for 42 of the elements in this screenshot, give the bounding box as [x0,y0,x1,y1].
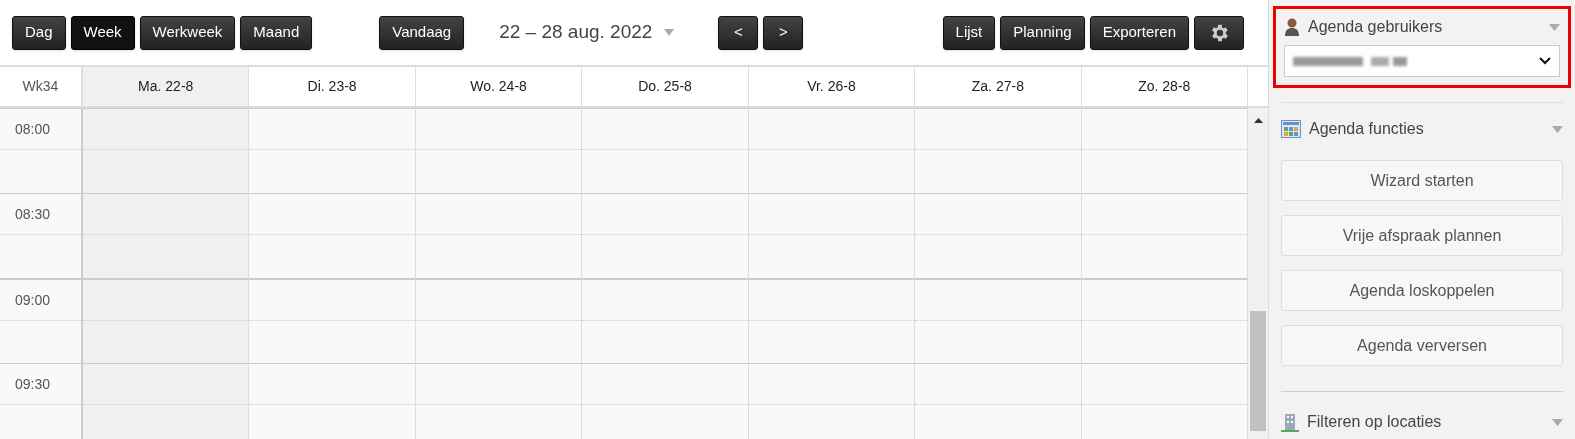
next-button[interactable]: > [763,15,804,50]
section-title: Agenda gebruikers [1308,17,1443,37]
view-tab[interactable]: Werkweek [139,15,236,50]
date-range-picker[interactable]: 22 – 28 aug. 2022 [499,18,675,47]
collapse-arrow-icon[interactable] [1552,125,1563,133]
scrollbar[interactable] [1248,108,1268,439]
user-icon [1284,18,1300,36]
section-title: Filteren op locaties [1307,412,1442,432]
time-label: 09:30 [15,374,51,394]
toolbar-button[interactable]: Planning [1000,15,1085,50]
collapse-arrow-icon[interactable] [1549,23,1560,31]
function-button[interactable]: Wizard starten [1281,160,1563,201]
collapse-arrow-icon[interactable] [1552,418,1563,426]
time-label: 08:00 [15,119,51,139]
time-label: 08:30 [15,204,51,224]
previous-button[interactable]: < [718,15,759,50]
view-tab[interactable]: Maand [240,15,313,50]
calendar-icon [1281,120,1301,138]
chevron-down-icon [1539,57,1551,65]
day-column[interactable] [582,108,749,439]
day-column[interactable] [415,108,583,439]
day-column[interactable] [748,108,916,439]
toolbar-button[interactable]: Exporteren [1089,15,1189,50]
user-select[interactable] [1284,45,1560,77]
building-icon [1281,412,1299,432]
settings-button[interactable] [1194,15,1244,50]
dropdown-arrow-icon[interactable] [664,29,675,36]
view-tab[interactable]: Week [70,15,135,50]
day-column[interactable] [249,108,416,439]
function-button[interactable]: Vrije afspraak plannen [1281,215,1563,256]
day-column[interactable] [915,108,1082,439]
section-title: Agenda functies [1309,119,1424,139]
toolbar-button[interactable]: Lijst [942,15,996,50]
day-column[interactable] [83,108,250,439]
function-button[interactable]: Agenda loskoppelen [1281,270,1563,311]
view-tab[interactable]: Dag [12,15,66,50]
day-header[interactable]: Ma. 22-8 [83,67,250,106]
function-button[interactable]: Agenda verversen [1281,325,1563,366]
scroll-up-icon[interactable] [1253,118,1263,123]
today-button[interactable]: Vandaag [379,15,465,50]
scrollbar-thumb[interactable] [1250,311,1266,431]
time-label: 09:00 [15,290,51,310]
